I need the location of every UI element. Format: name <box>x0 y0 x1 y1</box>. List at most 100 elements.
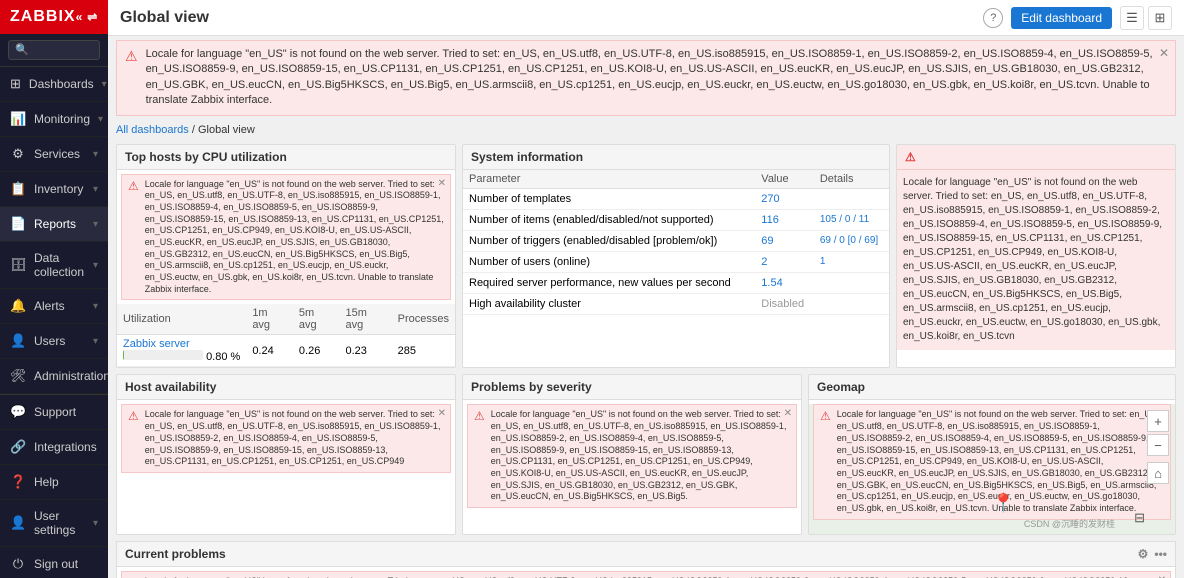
breadcrumb-current: Global view <box>198 124 255 136</box>
sidebar-item-help[interactable]: ❓ Help <box>0 465 108 500</box>
geomap-title: Geomap <box>817 380 865 394</box>
ha-warning-icon: ⚠ <box>128 409 139 467</box>
cpu-alert-close[interactable]: ✕ <box>438 177 446 190</box>
sidebar-item-administration[interactable]: 🛠 Administration ▾ <box>0 359 108 394</box>
param-ha: High availability cluster <box>463 293 755 314</box>
zoom-in-button[interactable]: + <box>1147 410 1169 432</box>
home-button[interactable]: ⌂ <box>1147 462 1169 484</box>
utilization-percent: 0.80 % <box>206 351 240 363</box>
sidebar-item-support[interactable]: 💬 Support <box>0 395 108 430</box>
detail-items: 105 / 0 / 11 <box>814 209 889 230</box>
grid-view-icon[interactable]: ⊞ <box>1148 6 1172 30</box>
collapse-icon[interactable]: « <box>76 10 84 24</box>
val-items: 116 <box>755 209 814 230</box>
problems-severity-header: Problems by severity <box>463 375 801 400</box>
col-5m: 5m avg <box>293 304 340 335</box>
integrations-icon: 🔗 <box>10 439 26 455</box>
sidebar-item-label: Users <box>34 334 85 348</box>
detail-ha <box>814 293 889 314</box>
cpu-table: Utilization 1m avg 5m avg 15m avg Proces… <box>117 304 455 367</box>
sidebar-item-label: User settings <box>34 509 85 537</box>
sidebar-item-label: Inventory <box>34 182 85 196</box>
sidebar-bottom: 💬 Support 🔗 Integrations ❓ Help 👤 User s… <box>0 394 108 578</box>
sidebar-item-alerts[interactable]: 🔔 Alerts ▾ <box>0 289 108 324</box>
sidebar: ZABBIX « ⇌ ⊞ Dashboards ▾ 📊 Monitoring ▾… <box>0 0 108 578</box>
right-locale-text: Locale for language "en_US" is not found… <box>903 177 1162 342</box>
avg1: 0.24 <box>246 335 293 367</box>
user-settings-icon: 👤 <box>10 515 26 531</box>
zoom-out-button[interactable]: − <box>1147 434 1169 456</box>
topbar-icons: ☰ ⊞ <box>1120 6 1172 30</box>
dashboard-row-2: Host availability ⚠ Locale for language … <box>116 374 1176 535</box>
table-row: High availability cluster Disabled <box>463 293 889 314</box>
ha-alert-close[interactable]: ✕ <box>438 407 446 420</box>
host-avail-alert: ⚠ Locale for language "en_US" is not fou… <box>121 404 451 472</box>
edit-dashboard-button[interactable]: Edit dashboard <box>1011 7 1112 29</box>
alerts-icon: 🔔 <box>10 298 26 314</box>
col-details: Details <box>814 170 889 189</box>
system-info-title: System information <box>471 150 583 164</box>
cpu-widget-body: ⚠ Locale for language "en_US" is not fou… <box>117 174 455 368</box>
more-icon[interactable]: ••• <box>1154 547 1167 561</box>
val-ha: Disabled <box>755 293 814 314</box>
help-button[interactable]: ? <box>983 8 1003 28</box>
sidebar-item-label: Alerts <box>34 299 85 313</box>
list-view-icon[interactable]: ☰ <box>1120 6 1144 30</box>
right-locale-header: ⚠ <box>897 145 1175 170</box>
help-symbol: ? <box>990 12 996 24</box>
cpu-widget-title: Top hosts by CPU utilization <box>125 150 287 164</box>
host-name-link[interactable]: Zabbix server <box>123 338 190 350</box>
table-row: Required server performance, new values … <box>463 272 889 293</box>
problems-severity-title: Problems by severity <box>471 380 592 394</box>
col-1m: 1m avg <box>246 304 293 335</box>
watermark: CSDN @沉睡的发财桂 <box>1024 517 1115 530</box>
utilization-bar <box>123 350 203 360</box>
sidebar-item-services[interactable]: ⚙ Services ▾ <box>0 137 108 172</box>
breadcrumb-separator: / <box>189 124 198 136</box>
geomap-header: Geomap <box>809 375 1175 400</box>
alert-banner: ⚠ Locale for language "en_US" is not fou… <box>116 40 1176 116</box>
val-users: 2 <box>755 251 814 272</box>
cpu-widget-header: Top hosts by CPU utilization <box>117 145 455 170</box>
sidebar-item-monitoring[interactable]: 📊 Monitoring ▾ <box>0 102 108 137</box>
arrow-icon: ▾ <box>93 184 98 195</box>
topbar-right: ? Edit dashboard ☰ ⊞ <box>983 6 1172 30</box>
cpu-widget: Top hosts by CPU utilization ⚠ Locale fo… <box>116 144 456 369</box>
geomap-filter-button[interactable]: ⊟ <box>1134 510 1145 526</box>
warning-icon2: ⚠ <box>905 150 916 164</box>
nav-icon[interactable]: ⇌ <box>87 10 98 24</box>
sidebar-item-inventory[interactable]: 📋 Inventory ▾ <box>0 172 108 207</box>
cpu-alert: ⚠ Locale for language "en_US" is not fou… <box>121 174 451 301</box>
sidebar-logo-icons: « ⇌ <box>76 10 99 24</box>
help-icon: ❓ <box>10 474 26 490</box>
alert-close-button[interactable]: ✕ <box>1159 45 1169 62</box>
data-collection-icon: 🗄 <box>10 257 26 273</box>
sidebar-item-user-settings[interactable]: 👤 User settings ▾ <box>0 500 108 547</box>
settings-icon[interactable]: ⚙ <box>1138 547 1149 561</box>
support-icon: 💬 <box>10 404 26 420</box>
sidebar-item-integrations[interactable]: 🔗 Integrations <box>0 430 108 465</box>
sidebar-search-container <box>0 34 108 67</box>
ps-alert-close[interactable]: ✕ <box>784 407 792 420</box>
val-templates: 270 <box>755 188 814 209</box>
cpu-warning-icon: ⚠ <box>128 179 139 296</box>
sign-out-icon: ⏻ <box>10 556 26 572</box>
search-input[interactable] <box>8 40 100 60</box>
breadcrumb-all-dashboards[interactable]: All dashboards <box>116 124 189 136</box>
host-avail-title: Host availability <box>125 380 216 394</box>
col-15m: 15m avg <box>340 304 392 335</box>
sidebar-item-sign-out[interactable]: ⏻ Sign out <box>0 547 108 578</box>
current-problems-title: Current problems <box>125 547 226 561</box>
content-area: Top hosts by CPU utilization ⚠ Locale fo… <box>108 140 1184 578</box>
sidebar-item-dashboards[interactable]: ⊞ Dashboards ▾ <box>0 67 108 102</box>
table-row: Number of items (enabled/disabled/not su… <box>463 209 889 230</box>
param-users: Number of users (online) <box>463 251 755 272</box>
sidebar-item-reports[interactable]: 📄 Reports ▾ <box>0 207 108 242</box>
sidebar-item-label: Services <box>34 147 85 161</box>
logo-text: ZABBIX <box>10 8 76 26</box>
sidebar-item-data-collection[interactable]: 🗄 Data collection ▾ <box>0 242 108 289</box>
geomap-controls: + − ⌂ <box>1147 410 1169 484</box>
current-problems-widget: Current problems ⚙ ••• ⚠ Locale for lang… <box>116 541 1176 578</box>
sidebar-item-users[interactable]: 👤 Users ▾ <box>0 324 108 359</box>
cp-alert-close[interactable]: ✕ <box>1158 574 1166 578</box>
